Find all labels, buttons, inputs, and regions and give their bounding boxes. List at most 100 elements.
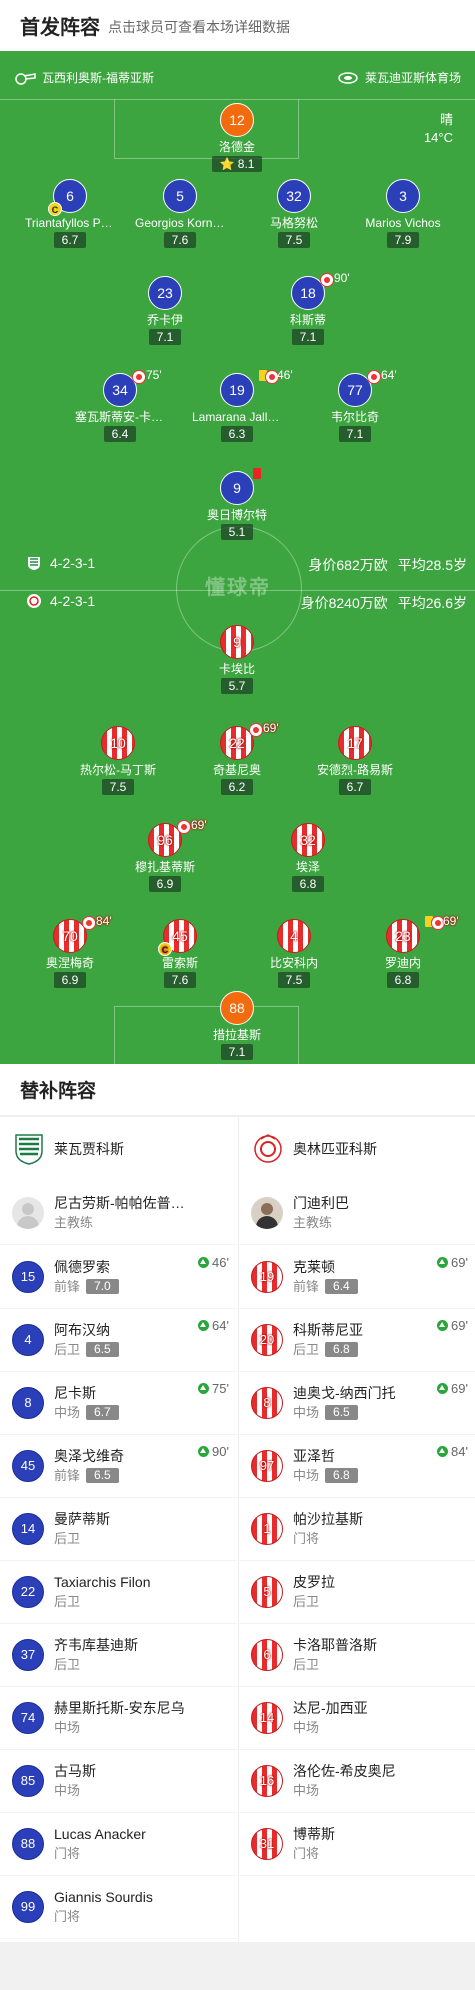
- player-home-lb[interactable]: 6C Triantafyllos Pasalidis 6.7: [10, 179, 130, 249]
- player-away-am3[interactable]: 17 安德烈-路易斯 6.7: [295, 726, 415, 796]
- player-away-cb2[interactable]: 4 比安科内 7.5: [234, 919, 354, 989]
- player-position: 后卫: [293, 1656, 320, 1672]
- player-rating: 7.6: [163, 232, 197, 248]
- player-away-rb[interactable]: 23 69' 罗迪内 6.8: [343, 914, 463, 989]
- player-away-cb1[interactable]: 45 C 雷索斯 7.6: [120, 919, 240, 989]
- player-rating: 7.5: [101, 779, 135, 795]
- player-name: Giannis Sourdis: [54, 1888, 153, 1905]
- jersey: 31: [251, 1827, 283, 1860]
- sub-player-row[interactable]: 45 奥泽戈维奇 前锋 6.5 90': [0, 1434, 237, 1498]
- sub-player-row[interactable]: 31 博蒂斯 门将: [239, 1812, 475, 1876]
- sub-player-row[interactable]: 22 Taxiarchis Filon 后卫: [0, 1560, 237, 1624]
- sub-player-row[interactable]: 97 亚泽哲 中场 6.8 84': [239, 1434, 475, 1498]
- sub-player-row[interactable]: 19 克莱顿 前锋 6.4 69': [239, 1245, 475, 1309]
- lineup-title: 首发阵容: [20, 17, 100, 39]
- sub-player-row[interactable]: 99 Giannis Sourdis 门将: [0, 1875, 237, 1939]
- player-rating: 6.5: [86, 1342, 119, 1357]
- sub-player-row[interactable]: 8 尼卡斯 中场 6.7 75': [0, 1371, 237, 1435]
- player-home-gk[interactable]: 12 洛德金 ⭐ 8.1: [177, 103, 297, 173]
- jersey: 12: [220, 103, 254, 137]
- player-rating: 5.1: [220, 524, 254, 540]
- player-away-lb[interactable]: 70 84' 奥涅梅奇 6.9: [10, 914, 130, 989]
- sub-player-row[interactable]: 5 皮罗拉 后卫: [239, 1560, 475, 1624]
- sub-in-time: 64': [198, 1318, 229, 1333]
- player-home-cb1[interactable]: 5 Georgios Kornezos 7.6: [120, 179, 240, 249]
- sub-time: 75': [146, 368, 162, 382]
- away-age: 平均26.6岁: [397, 595, 467, 611]
- player-name: 古马斯: [54, 1762, 96, 1779]
- sub-player-row[interactable]: 4 阿布汉纳 后卫 6.5 64': [0, 1308, 237, 1372]
- sub-player-row[interactable]: 8 迪奥戈-纳西门托 中场 6.5 69': [239, 1371, 475, 1435]
- player-away-am2[interactable]: 22 69' 奇基尼奥 6.2: [177, 721, 297, 796]
- captain-badge: C: [158, 942, 172, 956]
- player-position: 后卫: [293, 1593, 320, 1609]
- player-home-rb[interactable]: 3 Marios Vichos 7.9: [343, 179, 463, 249]
- player-home-cb2[interactable]: 32 马格努松 7.5: [234, 179, 354, 249]
- player-away-st[interactable]: 9 卡埃比 5.7: [177, 625, 297, 695]
- away-team-logo: [254, 1134, 282, 1163]
- player-position: 中场 6.5: [293, 1404, 396, 1422]
- weather-info: 晴 14°C: [424, 111, 453, 147]
- jersey: 3: [386, 179, 420, 213]
- jersey: 5: [251, 1575, 283, 1608]
- player-name: 奥日博尔特: [206, 508, 267, 522]
- sub-in-icon: [437, 1446, 449, 1457]
- player-name: 卡洛耶普洛斯: [293, 1636, 377, 1653]
- jersey: 23: [148, 276, 182, 310]
- sub-player-row[interactable]: 14 达尼-加西亚 中场: [239, 1686, 475, 1750]
- sub-in-icon: [198, 1383, 210, 1394]
- sub-player-row[interactable]: 20 科斯蒂尼亚 后卫 6.8 69': [239, 1308, 475, 1372]
- sub-player-row[interactable]: 37 齐韦库基迪斯 后卫: [0, 1623, 237, 1687]
- player-away-dm1[interactable]: 96 69' 穆扎基蒂斯 6.9: [105, 818, 225, 893]
- subs-list: 莱瓦贾科斯 尼古劳斯-帕帕佐普洛斯 主教练 15 佩德罗索 前锋 7.0 46' 4 阿布汉纳…: [0, 1117, 475, 1942]
- sub-player-row[interactable]: 74 赫里斯托斯-安东尼乌 中场: [0, 1686, 237, 1750]
- sub-out-icon: [367, 370, 381, 384]
- jersey: 4: [277, 919, 311, 953]
- jersey: 45: [12, 1449, 44, 1482]
- player-position: 后卫: [54, 1656, 81, 1672]
- jersey: 88: [220, 991, 254, 1025]
- jersey: 6: [251, 1638, 283, 1671]
- player-home-st[interactable]: 9 奥日博尔特 5.1: [177, 468, 297, 541]
- away-coach[interactable]: 门迪利巴 主教练: [239, 1181, 475, 1245]
- away-team-head[interactable]: 奥林匹亚科斯: [239, 1117, 475, 1181]
- sub-player-row[interactable]: 1 帕沙拉基斯 门将: [239, 1497, 475, 1561]
- home-coach[interactable]: 尼古劳斯-帕帕佐普洛斯 主教练: [0, 1181, 237, 1245]
- coach-role: 主教练: [54, 1214, 94, 1230]
- player-name: 奥泽戈维奇: [54, 1447, 124, 1464]
- jersey: 37: [12, 1638, 44, 1671]
- coach-avatar: [251, 1196, 283, 1229]
- sub-player-row[interactable]: 15 佩德罗索 前锋 7.0 46': [0, 1245, 237, 1309]
- sub-player-row[interactable]: 16 洛伦佐-希皮奥尼 中场: [239, 1749, 475, 1813]
- sub-player-row[interactable]: 6 卡洛耶普洛斯 后卫: [239, 1623, 475, 1687]
- away-formation: 4-2-3-1: [50, 593, 96, 609]
- sub-player-row[interactable]: 88 Lucas Anacker 门将: [0, 1812, 237, 1876]
- sub-player-row[interactable]: 85 古马斯 中场: [0, 1749, 237, 1813]
- away-subs-column: 奥林匹亚科斯 门迪利巴 主教练 19 克莱顿 前锋 6.4 69' 20 科斯蒂尼亚 后卫 6.8…: [238, 1117, 475, 1942]
- player-rating: 6.8: [386, 972, 420, 988]
- player-home-am3[interactable]: 77 64' 韦尔比奇 7.1: [295, 368, 415, 443]
- home-team-head[interactable]: 莱瓦贾科斯: [0, 1117, 237, 1181]
- player-home-dm2[interactable]: 18 90' 科斯蒂 7.1: [248, 271, 368, 346]
- player-home-am1[interactable]: 3475' 塞瓦斯蒂安-卡卢吉斯 6.4: [60, 368, 180, 443]
- jersey: 20: [251, 1323, 283, 1356]
- sub-in-icon: [198, 1320, 210, 1331]
- player-rating: 7.1: [291, 329, 325, 345]
- player-home-am2[interactable]: 19 46' Lamarana Jallow 6.3: [177, 368, 297, 443]
- player-away-am1[interactable]: 10 热尔松-马丁斯 7.5: [58, 726, 178, 796]
- player-rating: 6.7: [86, 1405, 119, 1420]
- jersey: 16: [251, 1764, 283, 1797]
- player-away-dm2[interactable]: 32 埃泽 6.8: [248, 823, 368, 893]
- player-position: 中场: [293, 1782, 320, 1798]
- player-away-gk[interactable]: 88 措拉基斯 7.1: [177, 991, 297, 1061]
- weather-temp: 14°C: [423, 130, 453, 145]
- sub-time: 90': [334, 271, 350, 285]
- player-name: 比安科内: [269, 956, 318, 970]
- watermark: 懂球帝: [205, 577, 271, 599]
- jersey: 8: [251, 1386, 283, 1419]
- player-home-dm1[interactable]: 23 乔卡伊 7.1: [105, 276, 225, 346]
- player-position: 中场: [54, 1719, 81, 1735]
- sub-player-row[interactable]: 14 曼萨蒂斯 后卫: [0, 1497, 237, 1561]
- jersey: 22 69': [220, 721, 279, 760]
- player-position: 前锋 6.5: [54, 1467, 124, 1485]
